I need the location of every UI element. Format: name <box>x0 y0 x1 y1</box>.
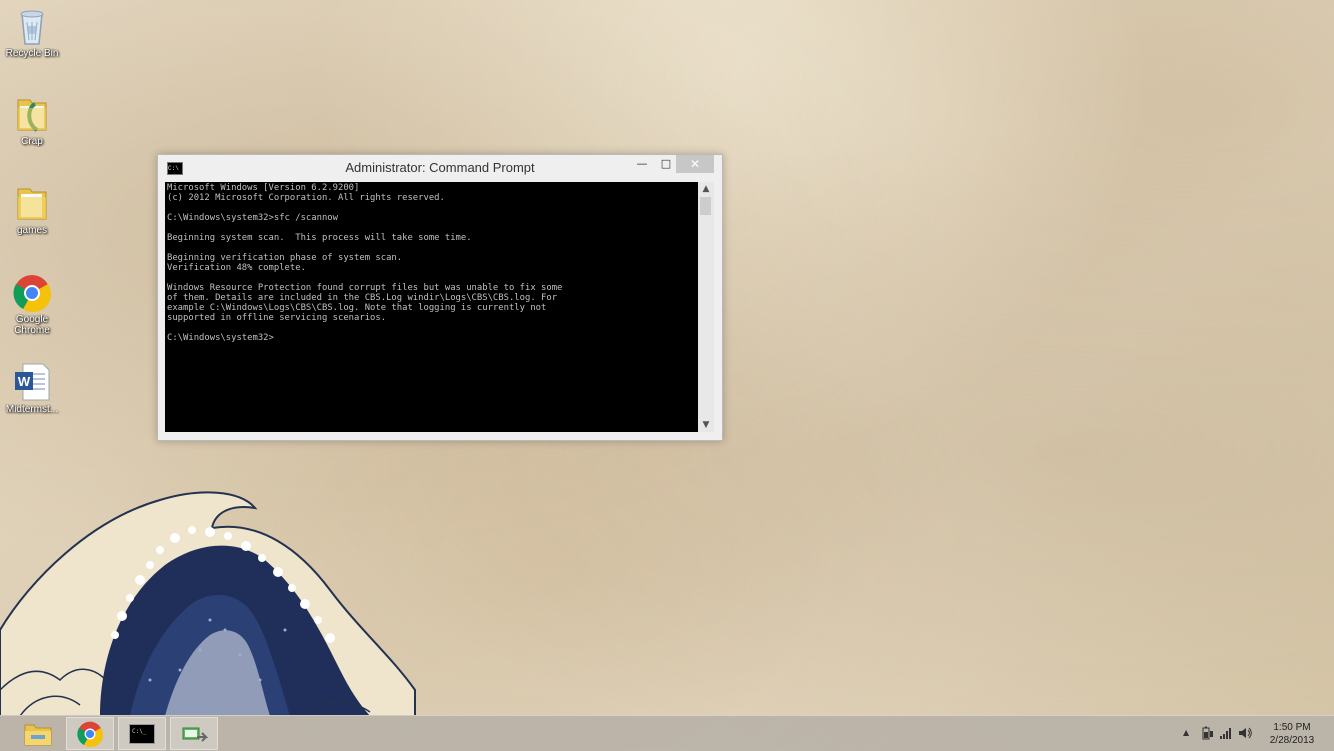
minimize-button[interactable]: — <box>632 155 652 173</box>
recycle-bin-icon <box>20 10 44 45</box>
great-wave-wallpaper-art <box>0 491 416 716</box>
network-icon <box>182 727 208 742</box>
chrome-icon <box>77 721 103 747</box>
desktop-icon-label: Google Chrome <box>14 314 50 336</box>
desktop-icon-google-chrome[interactable]: Google Chrome <box>0 274 64 336</box>
desktop-icon-crap-folder[interactable]: Crap <box>0 94 64 147</box>
desktop-icon-games-folder[interactable]: games <box>0 183 64 236</box>
taskbar-button-file-explorer[interactable] <box>14 717 62 750</box>
scroll-thumb[interactable] <box>700 197 711 215</box>
desktop-icon-label: Midtermst... <box>5 404 59 415</box>
desktop-icon-recycle-bin[interactable]: Recycle Bin <box>0 6 64 59</box>
clock-date: 2/28/2013 <box>1269 735 1315 746</box>
volume-icon[interactable] <box>1238 726 1252 740</box>
svg-text:C:\_: C:\_ <box>132 728 147 735</box>
scroll-up-arrow[interactable]: ▲ <box>698 182 714 196</box>
system-tray: ▲ 1:50 PM 2/28/2013 <box>1174 716 1334 751</box>
taskbar-button-google-chrome[interactable] <box>66 717 114 750</box>
svg-text:W: W <box>18 374 31 389</box>
folder-icon <box>17 99 47 132</box>
desktop-icon-label: Recycle Bin <box>5 48 59 59</box>
cmd-icon: C:\_ <box>129 723 155 744</box>
desktop-icon-label: Crap <box>21 136 43 147</box>
show-hidden-icons-button[interactable]: ▲ <box>1183 728 1189 737</box>
clock-time: 1:50 PM <box>1273 722 1311 733</box>
command-prompt-window[interactable]: C:\ Administrator: Command Prompt — □ ✕ … <box>157 154 723 441</box>
chrome-icon <box>13 275 51 312</box>
clock[interactable]: 1:50 PM 2/28/2013 <box>1262 721 1322 747</box>
console-text: Microsoft Windows [Version 6.2.9200] (c)… <box>167 183 563 343</box>
close-button[interactable]: ✕ <box>676 155 714 173</box>
taskbar-button-command-prompt[interactable]: C:\_ <box>118 717 166 750</box>
desktop-icon-label: games <box>16 225 47 236</box>
desktop-icon-word-document[interactable]: W Midtermst... <box>0 362 64 415</box>
console-output[interactable]: Microsoft Windows [Version 6.2.9200] (c)… <box>165 182 698 432</box>
battery-power-icon[interactable] <box>1200 726 1214 740</box>
window-titlebar[interactable]: C:\ Administrator: Command Prompt — □ ✕ <box>158 155 722 183</box>
network-signal-icon[interactable] <box>1219 726 1233 740</box>
taskbar-button-network-transfer[interactable] <box>170 717 218 750</box>
scroll-down-arrow[interactable]: ▼ <box>698 418 714 432</box>
taskbar: C:\_ ▲ 1:50 PM 2/28/2013 <box>0 715 1334 751</box>
maximize-button[interactable]: □ <box>656 155 676 173</box>
vertical-scrollbar[interactable]: ▲ ▼ <box>698 182 714 432</box>
word-document-icon: W <box>15 363 50 401</box>
folder-icon <box>24 724 52 745</box>
folder-icon <box>17 188 47 220</box>
